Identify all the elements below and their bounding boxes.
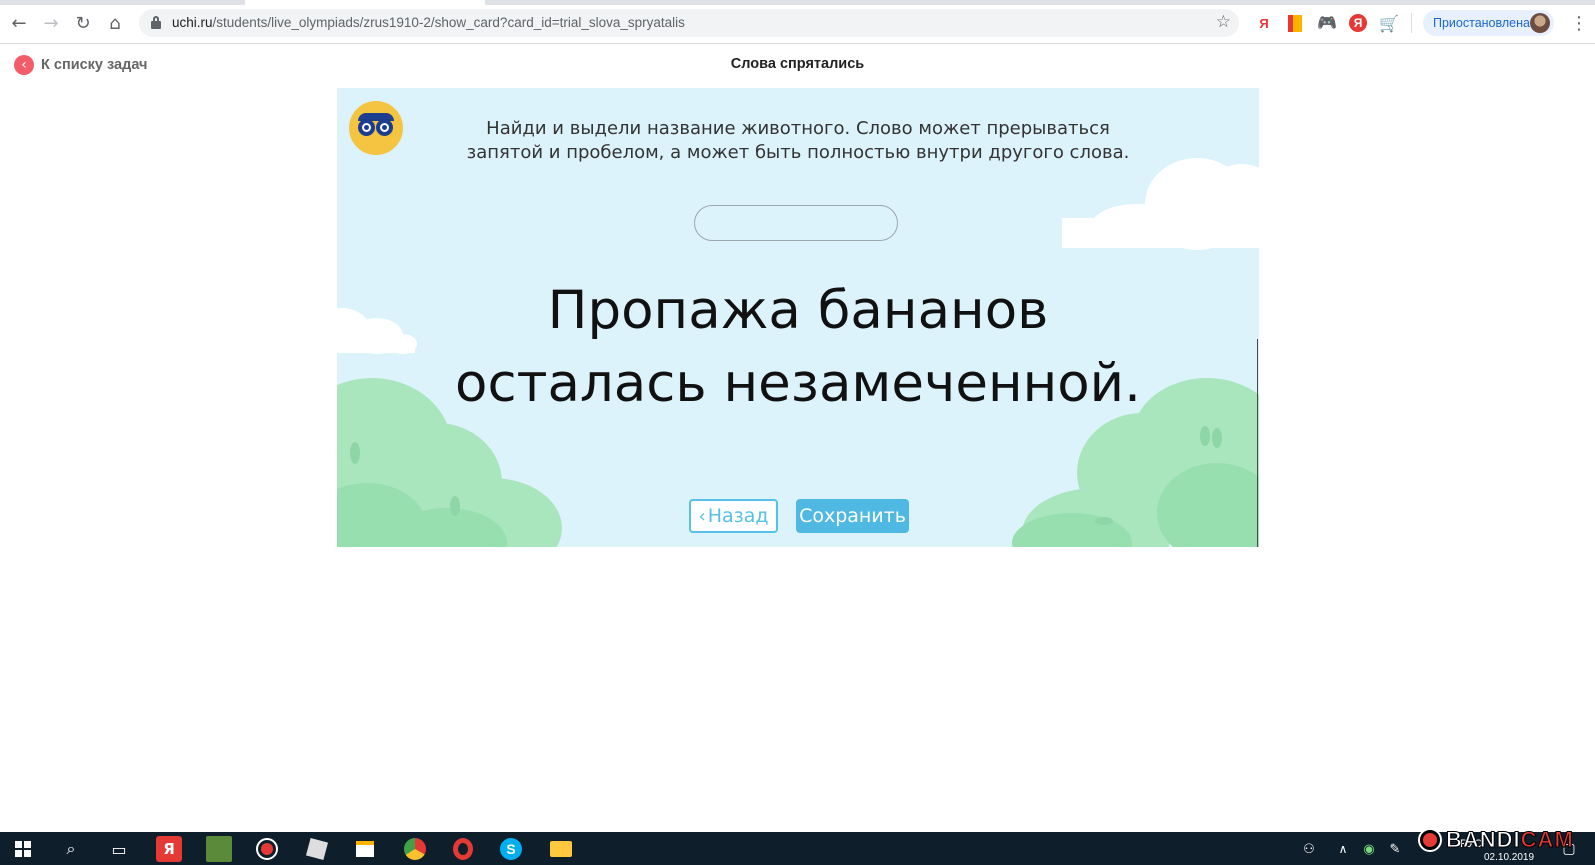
pen-icon[interactable]: ✎	[1382, 836, 1408, 862]
answer-input[interactable]	[694, 205, 898, 241]
toolbar-separator	[1411, 13, 1412, 33]
page-title: Слова спрятались	[730, 56, 865, 72]
task-sentence[interactable]: Пропажа бананов осталась незамеченной.	[337, 274, 1259, 420]
back-button[interactable]: ‹ Назад	[689, 499, 778, 533]
search-icon[interactable]: ⌕	[58, 836, 84, 862]
chevron-left-icon: ‹	[698, 505, 706, 527]
windows-start-icon[interactable]	[10, 836, 36, 862]
lock-icon[interactable]	[151, 16, 161, 29]
taskbar: ⌕ ▭ Я S ⚇ ∧ ◉ ✎ ▢	[0, 832, 1595, 865]
instruction-line: Найди и выдели название животного. Слово…	[486, 118, 1110, 139]
sentence-line[interactable]: осталась незамеченной.	[337, 347, 1259, 420]
gamepad-extension-icon[interactable]: 🎮	[1317, 14, 1337, 32]
home-icon[interactable]: ⌂	[104, 12, 126, 34]
bookmark-star-icon[interactable]: ☆	[1216, 12, 1231, 32]
bandicam-logo: BANDICAM	[1446, 827, 1574, 853]
bandicam-app-icon[interactable]	[254, 836, 280, 862]
chrome-icon[interactable]	[402, 836, 428, 862]
owl-mascot-icon	[349, 101, 403, 155]
task-card: Найди и выдели название животного. Слово…	[337, 88, 1259, 547]
tab-strip	[0, 0, 1595, 5]
instruction-line: запятой и пробелом, а может быть полност…	[466, 142, 1130, 163]
save-button[interactable]: Сохранить	[796, 499, 909, 533]
profile-button[interactable]: Приостановлена	[1423, 10, 1554, 36]
url-host: uchi.ru	[172, 15, 213, 30]
back-button-label: Назад	[707, 505, 769, 527]
forward-arrow-icon[interactable]: →	[40, 12, 62, 34]
yandex-circle-extension-icon[interactable]: Я	[1349, 14, 1367, 32]
store-icon[interactable]	[352, 836, 378, 862]
url-text[interactable]: uchi.ru/students/live_olympiads/zrus1910…	[172, 15, 685, 30]
back-arrow-icon[interactable]: ←	[8, 12, 30, 34]
opera-icon[interactable]	[450, 836, 476, 862]
record-icon	[1418, 828, 1442, 852]
file-explorer-icon[interactable]	[548, 836, 574, 862]
card-edge-line	[1257, 339, 1258, 547]
task-instruction: Найди и выдели название животного. Слово…	[397, 117, 1199, 165]
yandex-extension-icon[interactable]: Я	[1255, 14, 1273, 32]
clock-date[interactable]: 02.10.2019	[1484, 852, 1534, 863]
status-circle-icon[interactable]: ◉	[1356, 836, 1382, 862]
browser-toolbar: ← → ↻ ⌂ uchi.ru/students/live_olympiads/…	[0, 0, 1595, 44]
url-path: /students/live_olympiads/zrus1910-2/show…	[212, 15, 685, 30]
bandicam-watermark: BANDICAM	[1418, 827, 1574, 853]
kebab-menu-icon[interactable]: ⋮	[1570, 13, 1588, 34]
chevron-up-icon[interactable]: ∧	[1330, 836, 1356, 862]
address-bar[interactable]: uchi.ru/students/live_olympiads/zrus1910…	[139, 9, 1239, 37]
avatar	[1530, 13, 1550, 33]
minecraft-icon[interactable]	[206, 836, 232, 862]
sentence-line[interactable]: Пропажа бананов	[337, 274, 1259, 347]
people-icon[interactable]: ⚇	[1296, 836, 1322, 862]
yandex-browser-icon[interactable]: Я	[156, 836, 182, 862]
cart-extension-icon[interactable]: 🛒	[1379, 14, 1399, 33]
reload-icon[interactable]: ↻	[72, 12, 94, 34]
task-view-icon[interactable]: ▭	[106, 836, 132, 862]
roblox-icon[interactable]	[304, 836, 330, 862]
bookmark-extension-icon[interactable]	[1286, 14, 1304, 32]
active-tab[interactable]	[245, 0, 485, 5]
profile-status: Приостановлена	[1433, 16, 1530, 30]
skype-icon[interactable]: S	[498, 836, 524, 862]
